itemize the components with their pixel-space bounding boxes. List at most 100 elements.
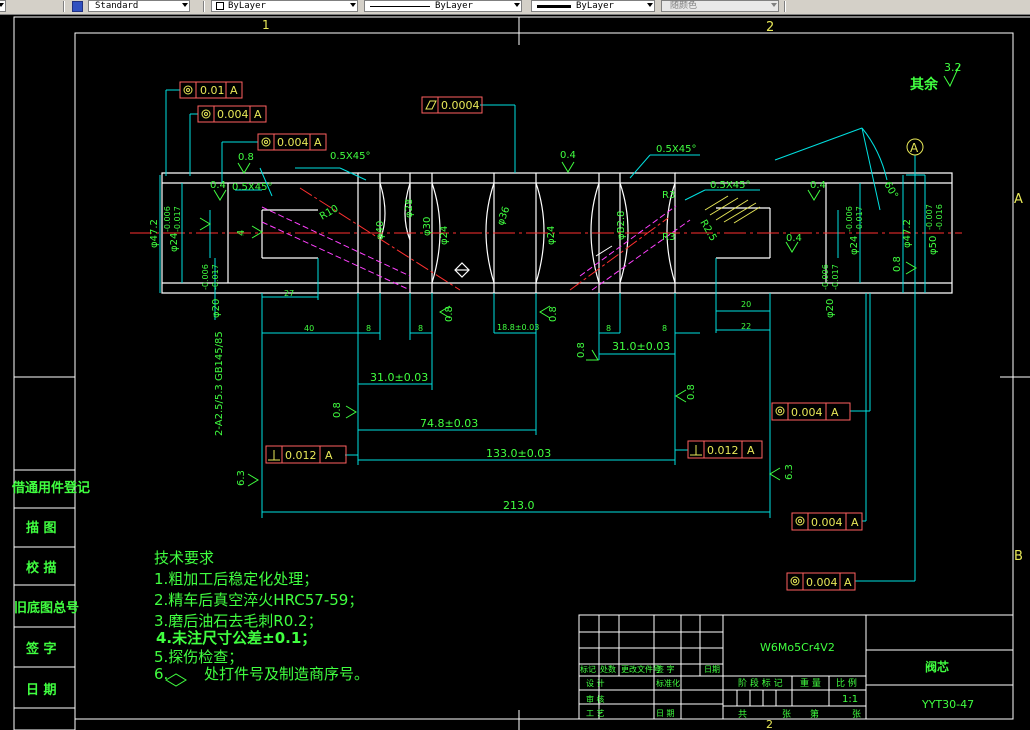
dia-20-left: φ20 (211, 299, 222, 318)
radius-label: R10 (318, 203, 341, 222)
gdt-ref: A (314, 136, 322, 149)
dim-8: 8 (606, 324, 611, 333)
square-label: 4 (236, 230, 247, 236)
roughness-value: 0.4 (786, 233, 802, 244)
dim-748: 74.8±0.03 (420, 417, 478, 430)
tb-label: 日 期 (656, 709, 675, 718)
textstyle-select[interactable]: Standard (88, 0, 190, 12)
zone-label: 1 (262, 18, 270, 32)
chamfer-label: 0.5X45° (656, 144, 696, 155)
tb-label: 第 (810, 708, 819, 720)
roughness-other-label: 其余 (910, 76, 939, 93)
roughness-other-value: 3.2 (944, 61, 962, 74)
roughness-value: 0.8 (444, 306, 455, 322)
gdt-ref: A (844, 576, 852, 589)
gdt-frame-6: 0.012 A (265, 445, 347, 464)
dia-47-left: φ47.2 (149, 219, 160, 248)
concentricity-icon (775, 406, 785, 416)
dia-24-left: φ24 (169, 233, 180, 252)
dim-8: 8 (418, 324, 423, 333)
technical-requirements: 技术要求 1.粗加工后稳定化处理； 2.精车后真空淬火HRC57-59； 3.磨… (154, 549, 369, 687)
toolbar-separator (784, 1, 786, 12)
zone-label: 2 (766, 718, 773, 730)
dia-40: φ40 (375, 221, 386, 240)
roughness-value: 0.8 (576, 342, 587, 358)
gdt-value: 0.004 (217, 108, 249, 121)
textstyle-dropdown[interactable] (0, 0, 6, 12)
roughness-value: 0.4 (560, 150, 576, 161)
chamfer-label: 0.5X45° (710, 180, 750, 191)
drawing-canvas[interactable]: 1 2 A B 2 其余 3.2 0.01 A 0.004 A 0.004 A … (0, 14, 1030, 730)
part-name: 阀芯 (925, 659, 949, 674)
concentricity-icon (795, 516, 805, 526)
roughness-value: 0.8 (686, 384, 697, 400)
section-hatch (704, 195, 761, 224)
tol-20-left-lower: -0.017 (211, 264, 220, 290)
layer-value: ByLayer (228, 1, 266, 11)
tol-20-left-upper: -0.006 (201, 264, 210, 290)
plotstyle-select[interactable]: 随颜色 (661, 0, 779, 12)
gdt-value: 0.0004 (441, 99, 480, 112)
side-label: 签 字 (25, 641, 57, 657)
chevron-down-icon (514, 3, 520, 7)
dim-213: 213.0 (503, 499, 535, 512)
tech-line: 1.粗加工后稳定化处理； (154, 570, 318, 588)
tb-header: 日期 (704, 665, 720, 674)
dim-8: 8 (366, 324, 371, 333)
textstyle-icon[interactable] (72, 1, 83, 12)
plotstyle-value: 随颜色 (670, 1, 698, 11)
gdt-ref: A (831, 406, 839, 419)
roughness-value: 0.8 (332, 402, 343, 418)
zone-label: 2 (766, 20, 774, 35)
gdt-frame-1: 0.01 A (179, 81, 243, 99)
tb-header: 签 字 (656, 664, 675, 674)
radius-label: R3 (662, 232, 675, 243)
dim-133: 133.0±0.03 (486, 447, 551, 460)
tech-line: 2.精车后真空淬火HRC57-59； (154, 591, 363, 609)
lineweight-value: ByLayer (576, 1, 614, 11)
gdt-value: 0.004 (791, 406, 823, 419)
tb-label: 工 艺 (586, 709, 605, 718)
tech-line: 5.探伤检查； (154, 648, 243, 666)
textstyle-value: Standard (95, 1, 139, 11)
center-hole-label: 2-A2.5/5.3 GB145/85 (214, 331, 225, 436)
chevron-down-icon (647, 3, 653, 7)
gdt-value: 0.012 (285, 449, 317, 462)
tb-label: 比 例 (836, 677, 857, 689)
layer-select[interactable]: ByLayer (211, 0, 358, 12)
tol-20-right-upper: -0.006 (821, 264, 830, 290)
roughness-value: 0.8 (892, 256, 903, 272)
dim-27: 27 (284, 289, 294, 298)
dia-47-right: φ47.2 (902, 219, 913, 248)
gdt-frame-8: 0.004 A (791, 512, 863, 531)
dim-40: 40 (304, 324, 314, 333)
side-label: 日 期 (26, 683, 57, 698)
dim-8: 8 (662, 324, 667, 333)
cylindricity-icon (425, 100, 437, 110)
gdt-value: 0.012 (707, 444, 739, 457)
tol-20-right-lower: -0.017 (831, 264, 840, 290)
dia-b28: φB2.8 (616, 211, 627, 240)
dim-31a: 31.0±0.03 (370, 371, 428, 384)
datum-letter: A (910, 141, 919, 155)
tol-24-right-lower: -0.017 (855, 206, 864, 232)
radius-label: R2.5 (697, 218, 718, 243)
tech-line: 处打件号及制造商序号。 (204, 665, 369, 683)
gdt-frame-4: 0.0004 (421, 96, 483, 114)
lineweight-sample-icon (537, 5, 571, 8)
lineweight-select[interactable]: ByLayer (531, 0, 655, 12)
drawing-code: YYT30-47 (921, 698, 974, 711)
linetype-select[interactable]: ByLayer (364, 0, 522, 12)
dim-31b: 31.0±0.03 (612, 340, 670, 353)
tb-label: 重 量 (800, 677, 821, 689)
tb-label: 审 核 (586, 694, 605, 704)
side-label: 校 描 (26, 560, 57, 576)
dia-24: φ24 (546, 226, 557, 245)
linetype-sample-icon (370, 6, 430, 7)
tol-24-right-upper: -0.006 (845, 206, 854, 232)
tech-line: 3.磨后油石去毛刺R0.2； (154, 612, 323, 630)
zone-label: B (1014, 549, 1023, 564)
toolbar-separator (63, 1, 65, 12)
tb-label: 阶 段 标 记 (738, 677, 783, 689)
tol-24-left-lower: -0.017 (173, 206, 182, 232)
